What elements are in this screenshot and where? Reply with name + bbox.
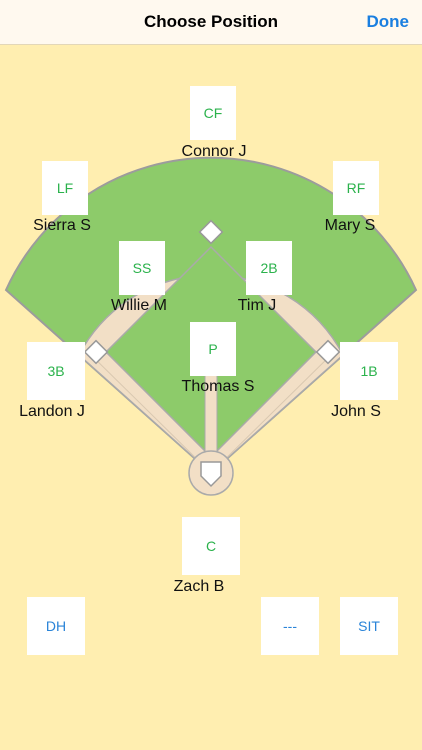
first-base-player: John S	[331, 403, 381, 420]
third-base-player: Landon J	[19, 403, 85, 420]
pitcher-player: Thomas S	[181, 378, 255, 395]
catcher-player: Zach B	[173, 578, 225, 595]
no-position-button[interactable]: ---	[261, 597, 319, 655]
center-field-button[interactable]: CF	[190, 86, 236, 140]
choose-position-screen: Choose Position Done CF Connor J LF Sier…	[0, 0, 422, 750]
shortstop-player: Willie M	[111, 297, 167, 314]
catcher-button[interactable]: C	[182, 517, 240, 575]
third-base-button[interactable]: 3B	[27, 342, 85, 400]
designated-hitter-button[interactable]: DH	[27, 597, 85, 655]
second-base-button[interactable]: 2B	[246, 241, 292, 295]
left-field-player: Sierra S	[33, 217, 91, 234]
shortstop-button[interactable]: SS	[119, 241, 165, 295]
right-field-button[interactable]: RF	[333, 161, 379, 215]
right-field-player: Mary S	[324, 217, 376, 234]
pitcher-button[interactable]: P	[190, 322, 236, 376]
left-field-button[interactable]: LF	[42, 161, 88, 215]
center-field-player: Connor J	[181, 143, 247, 160]
first-base-button[interactable]: 1B	[340, 342, 398, 400]
second-base-player: Tim J	[237, 297, 277, 314]
sit-button[interactable]: SIT	[340, 597, 398, 655]
